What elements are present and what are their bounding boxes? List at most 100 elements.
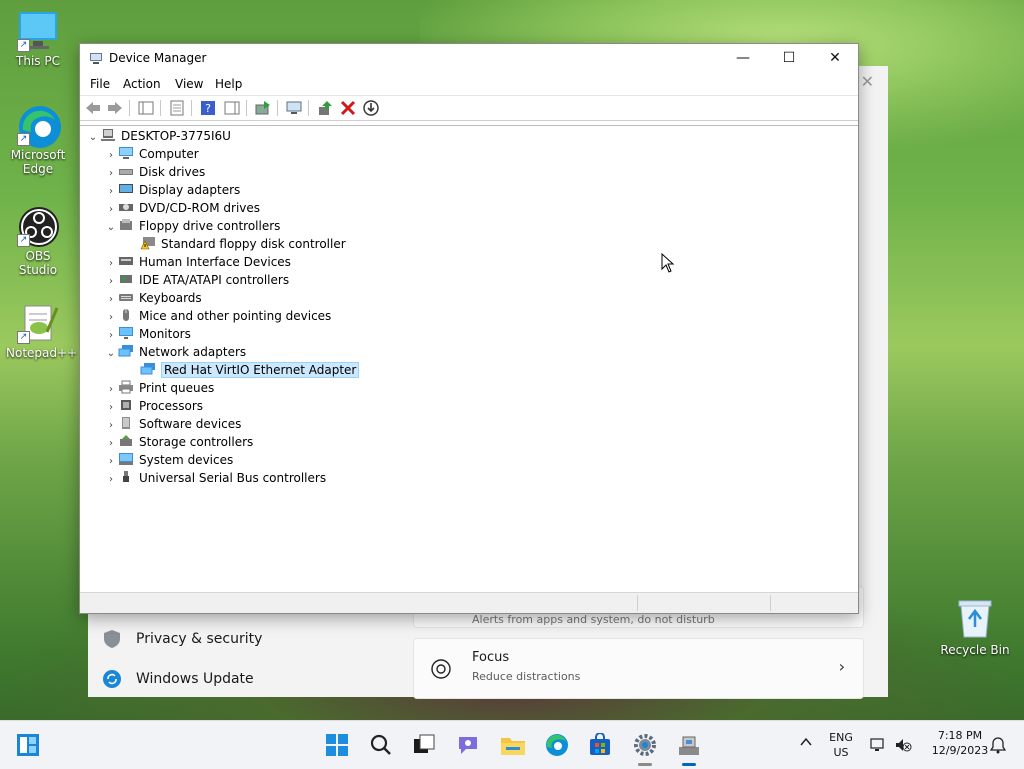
mouse-icon [118,308,134,322]
tree-child-item[interactable]: Red Hat VirtIO Ethernet Adapter [140,361,360,379]
tree-category[interactable]: › Disk drives [104,163,205,181]
tree-category[interactable]: › Mice and other pointing devices [104,307,331,325]
computer-icon [118,146,134,160]
tree-category[interactable]: › Software devices [104,415,241,433]
tree-category[interactable]: › DVD/CD-ROM drives [104,199,260,217]
network-icon [118,344,134,358]
maximize-button[interactable]: ☐ [766,44,812,73]
scan-hardware-icon[interactable] [285,99,303,117]
status-separator [637,595,638,611]
tree-item-label: Human Interface Devices [139,255,291,269]
volume-muted-icon[interactable] [894,736,912,757]
properties-icon[interactable] [168,99,186,117]
tree-item-label: IDE ATA/ATAPI controllers [139,273,290,287]
processor-icon [118,398,134,412]
tree-item-label: Red Hat VirtIO Ethernet Adapter [161,362,360,378]
clock[interactable]: 7:18 PM 12/9/2023 [922,729,998,757]
menu-action[interactable]: Action [123,77,161,91]
close-icon[interactable]: ✕ [861,72,874,91]
widgets-icon[interactable] [16,733,40,757]
close-button[interactable]: ✕ [812,44,858,73]
card-title: Focus [472,650,510,665]
focus-card[interactable]: Focus Reduce distractions › [413,638,864,699]
tree-category[interactable]: › Processors [104,397,203,415]
tree-category[interactable]: › Universal Serial Bus controllers [104,469,326,487]
tree-category[interactable]: ⌄ Network adapters [104,343,246,361]
desktop-icon-label: OBS Studio [18,249,58,277]
menu-file[interactable]: File [90,77,110,91]
chevron-down-icon[interactable]: ⌄ [104,219,118,237]
tree-category[interactable]: › Computer [104,145,199,163]
tree-item-label: Computer [139,147,199,161]
menu-help[interactable]: Help [215,77,242,91]
status-separator [770,595,771,611]
settings-nav-privacy[interactable]: Privacy & security [102,629,262,649]
language-indicator[interactable]: ENG US [826,731,856,759]
settings-gear-icon[interactable] [633,733,657,757]
tree-category[interactable]: › Storage controllers [104,433,253,451]
warning-device-icon [140,236,156,250]
svg-text:?: ? [205,102,211,115]
tree-category[interactable]: ⌄ Floppy drive controllers [104,217,280,235]
tree-root[interactable]: ⌄ DESKTOP-3775I6U [86,127,231,145]
chevron-up-icon[interactable] [799,735,813,753]
notepadpp-icon: ↗ [17,302,59,344]
back-arrow-icon[interactable] [84,99,102,117]
file-explorer-icon[interactable] [500,733,525,757]
floppy-controller-icon [118,218,134,232]
usb-icon [118,470,134,484]
help-icon[interactable]: ? [199,99,217,117]
chevron-right-icon[interactable]: › [104,471,118,489]
status-bar [80,592,858,613]
software-icon [118,416,134,430]
desktop-icon-edge[interactable]: ↗ Microsoft Edge [6,104,70,176]
show-hide-tree-icon[interactable] [137,99,155,117]
tree-category[interactable]: › Human Interface Devices [104,253,291,271]
desktop-icon-obs[interactable]: ↗ OBS Studio [6,205,70,277]
forward-arrow-icon[interactable] [106,99,124,117]
tree-category[interactable]: › Print queues [104,379,214,397]
tree-category[interactable]: › System devices [104,451,233,469]
action-pane-icon[interactable] [223,99,241,117]
refresh-icon [102,669,122,689]
display-adapter-icon [118,182,134,196]
tree-category[interactable]: › IDE ATA/ATAPI controllers [104,271,289,289]
desktop-icon-recycle-bin[interactable]: Recycle Bin [940,597,1010,657]
network-icon [140,362,156,376]
uninstall-device-icon[interactable] [339,99,357,117]
taskbar: ENG US 7:18 PM 12/9/2023 [0,720,1024,769]
tree-item-label: Print queues [139,381,215,395]
tree-category[interactable]: › Monitors [104,325,191,343]
system-icon [118,452,134,466]
title-bar[interactable]: Device Manager — ☐ ✕ [80,44,858,73]
card-subtitle: Reduce distractions [472,670,581,683]
tree-item-label: DVD/CD-ROM drives [139,201,261,215]
update-driver-icon[interactable] [254,99,272,117]
chevron-down-icon[interactable]: ⌄ [104,345,118,363]
menu-view[interactable]: View [175,77,203,91]
task-view-icon[interactable] [412,733,436,757]
tree-child-item[interactable]: Standard floppy disk controller [140,235,346,253]
search-icon[interactable] [369,733,393,757]
desktop-icon-notepadpp[interactable]: ↗ Notepad++ [6,302,77,360]
store-icon[interactable] [588,732,612,757]
network-tray-icon[interactable] [869,736,887,757]
device-manager-taskbar-icon[interactable] [677,733,701,757]
disable-device-icon[interactable] [362,99,380,117]
chat-icon[interactable] [456,733,480,757]
hid-icon [118,254,134,268]
tree-category[interactable]: › Keyboards [104,289,202,307]
start-icon[interactable] [325,733,349,757]
chevron-down-icon[interactable]: ⌄ [86,129,100,147]
tree-category[interactable]: › Display adapters [104,181,240,199]
toolbar-separator [308,100,309,116]
notification-icon[interactable] [989,736,1007,757]
tree-item-label: Software devices [139,417,242,431]
settings-nav-windows-update[interactable]: Windows Update [102,669,254,689]
edge-taskbar-icon[interactable] [545,733,569,757]
active-indicator [682,763,696,766]
device-manager-window: Device Manager — ☐ ✕ File Action View He… [79,43,859,614]
minimize-button[interactable]: — [720,44,766,73]
desktop-icon-this-pc[interactable]: ↗ This PC [6,10,70,68]
enable-device-icon[interactable] [316,99,334,117]
